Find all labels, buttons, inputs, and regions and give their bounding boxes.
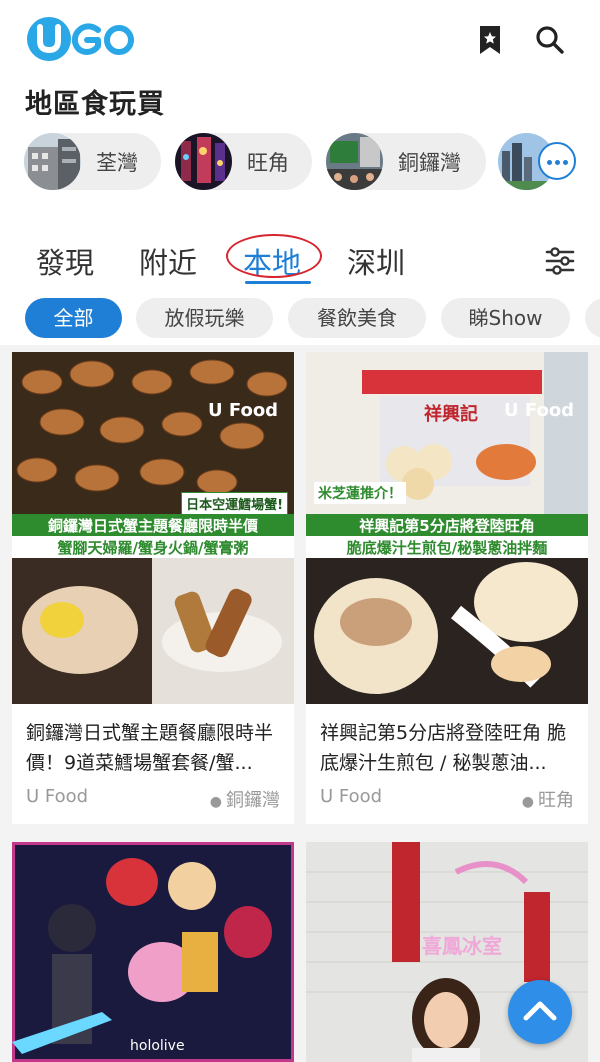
shop-sign: 喜鳳冰室 (422, 934, 502, 958)
image-tag: 日本空運鱈場蟹! (12, 490, 294, 515)
district-chip-tsuen-wan[interactable]: 荃灣 (24, 133, 161, 190)
category-leisure[interactable]: 放假玩樂 (136, 298, 273, 338)
shop-sign: 祥興記 (424, 404, 478, 425)
active-tab-indicator (245, 281, 311, 284)
scroll-to-top-button[interactable] (508, 980, 572, 1044)
category-partial[interactable] (585, 298, 600, 338)
district-chip-causeway-bay[interactable]: 銅鑼灣 (326, 133, 486, 190)
article-card[interactable]: hololive (12, 842, 294, 1062)
annotation-circle (226, 234, 322, 278)
article-title: 銅鑼灣日式蟹主題餐廳限時半價！9道菜鱈場蟹套餐/蟹... (26, 722, 274, 774)
image-subline: 蟹腳天婦羅/蟹身火鍋/蟹膏粥 (12, 536, 294, 558)
article-card[interactable]: U Food 日本空運鱈場蟹! 銅鑼灣日式蟹主題餐廳限時半價 蟹腳天婦羅/蟹身火… (12, 352, 294, 824)
image-tag: 米芝蓮推介！ (306, 482, 588, 506)
tab-nearby[interactable]: 附近 (139, 240, 197, 282)
district-thumb (24, 133, 81, 190)
filter-icon[interactable] (544, 246, 576, 276)
article-image: U Food 日本空運鱈場蟹! 銅鑼灣日式蟹主題餐廳限時半價 蟹腳天婦羅/蟹身火… (12, 352, 294, 704)
district-label: 荃灣 (96, 151, 138, 175)
location-pin-icon: ● (209, 794, 222, 810)
article-title: 祥興記第5分店將登陸旺角 脆底爆汁生煎包 / 秘製蔥油... (320, 722, 567, 774)
district-thumb (326, 133, 383, 190)
image-headline: 銅鑼灣日式蟹主題餐廳限時半價 (12, 514, 294, 536)
tab-discover[interactable]: 發現 (36, 240, 94, 282)
ugo-logo[interactable] (24, 14, 136, 64)
district-label: 銅鑼灣 (398, 151, 461, 175)
category-dining[interactable]: 餐飲美食 (288, 298, 426, 338)
category-all[interactable]: 全部 (25, 298, 122, 338)
location-pin-icon: ● (521, 794, 534, 810)
district-thumb (175, 133, 232, 190)
article-image: U Food 祥興記 米芝蓮推介！ 祥興記第5分店將登陸旺角 脆底爆汁生煎包/秘… (306, 352, 588, 704)
article-location: ● 銅鑼灣 (210, 786, 280, 812)
article-card[interactable]: U Food 祥興記 米芝蓮推介！ 祥興記第5分店將登陸旺角 脆底爆汁生煎包/秘… (306, 352, 588, 824)
top-panel: 地區食玩買 荃灣 旺角 銅鑼灣 發現 附近 本地 深圳 全部 放假玩樂 餐飲美食… (0, 0, 600, 345)
article-image: hololive (12, 842, 294, 1062)
article-location-label: 旺角 (538, 790, 574, 811)
section-title: 地區食玩買 (25, 89, 165, 120)
more-districts-button[interactable] (538, 142, 576, 180)
tab-shenzhen[interactable]: 深圳 (347, 240, 405, 282)
chevron-up-icon (523, 1001, 557, 1021)
image-headline: 祥興記第5分店將登陸旺角 (306, 514, 588, 536)
brand-watermark: U Food (504, 400, 575, 421)
district-list: 荃灣 旺角 銅鑼灣 (0, 130, 600, 194)
article-source: U Food (320, 786, 383, 807)
image-subline: 脆底爆汁生煎包/秘製蔥油拌麵 (306, 536, 588, 558)
district-label: 旺角 (247, 151, 289, 175)
brand-watermark: U Food (208, 400, 279, 421)
district-chip-mong-kok[interactable]: 旺角 (175, 133, 312, 190)
image-watermark: hololive (130, 1038, 185, 1054)
category-bar: 全部 放假玩樂 餐飲美食 睇Show (0, 296, 600, 342)
search-icon[interactable] (534, 24, 566, 56)
article-source: U Food (26, 786, 89, 807)
article-location: ● 旺角 (522, 786, 574, 812)
bookmark-icon[interactable] (476, 24, 504, 56)
article-location-label: 銅鑼灣 (226, 790, 280, 811)
category-shows[interactable]: 睇Show (441, 298, 570, 338)
